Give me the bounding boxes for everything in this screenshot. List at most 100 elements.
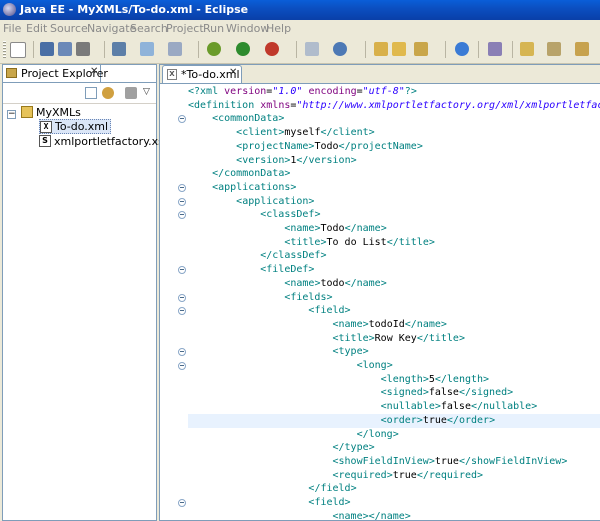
project-folder-icon	[21, 106, 33, 118]
code-line[interactable]: <type>	[188, 345, 369, 359]
code-line[interactable]: <required>true</required>	[188, 469, 484, 483]
xsd-file-icon: S	[39, 135, 51, 147]
code-line[interactable]: <title>Row Key</title>	[188, 332, 466, 346]
print-icon[interactable]	[76, 42, 90, 56]
xml-editor: X *To-do.xml ✕ <?xml version="1.0" encod…	[159, 64, 600, 521]
view-toolbar: ▽	[3, 82, 156, 104]
code-line[interactable]: <applications>	[188, 181, 296, 195]
code-line[interactable]: </commonData>	[188, 167, 290, 181]
menu-bar: File Edit Source Navigate Search Project…	[0, 20, 600, 36]
editor-tab-bar: X *To-do.xml ✕	[160, 65, 600, 84]
fold-toggle-icon[interactable]	[178, 307, 186, 316]
new-server-icon[interactable]	[305, 42, 319, 56]
code-line[interactable]: <name>Todo</name>	[188, 222, 386, 236]
menu-edit[interactable]: Edit	[26, 22, 47, 35]
eclipse-logo-icon	[3, 3, 16, 16]
search-icon[interactable]	[414, 42, 428, 56]
fold-toggle-icon[interactable]	[178, 183, 186, 192]
save-icon[interactable]	[40, 42, 54, 56]
new-wizard-icon[interactable]	[10, 42, 26, 58]
title-bar: Java EE - MyXMLs/To-do.xml - Eclipse	[0, 0, 600, 20]
project-explorer-view: Project Explorer ✕ ▽ − MyXMLs X To-do.xm…	[2, 64, 171, 521]
main-toolbar	[0, 37, 600, 64]
code-line[interactable]: <field>	[188, 304, 350, 318]
code-line[interactable]: <?xml version="1.0" encoding="utf-8"?>	[188, 85, 417, 99]
menu-window[interactable]: Window	[226, 22, 269, 35]
code-line[interactable]: <fields>	[188, 291, 332, 305]
collapse-all-icon[interactable]	[85, 87, 97, 99]
fold-toggle-icon[interactable]	[178, 211, 186, 220]
annotation-icon[interactable]	[488, 42, 502, 56]
open-type-icon[interactable]	[168, 42, 182, 56]
project-explorer-tab[interactable]: Project Explorer ✕	[3, 65, 108, 83]
view-menu-settings-icon[interactable]	[125, 87, 137, 99]
code-line[interactable]: <application>	[188, 195, 314, 209]
menu-help[interactable]: Help	[266, 22, 291, 35]
next-annotation-icon[interactable]	[520, 42, 534, 56]
code-line[interactable]: </field>	[188, 482, 356, 496]
save-all-icon[interactable]	[58, 42, 72, 56]
run-icon[interactable]	[236, 42, 250, 56]
toolbar-grip[interactable]	[3, 41, 6, 58]
code-line[interactable]: <long>	[188, 359, 393, 373]
fold-toggle-icon[interactable]	[178, 115, 186, 124]
code-line[interactable]: <classDef>	[188, 208, 320, 222]
open-folder-icon[interactable]	[374, 42, 388, 56]
folder-icon	[6, 68, 17, 78]
link-with-editor-icon[interactable]	[102, 87, 114, 99]
code-line[interactable]: <name>todo</name>	[188, 277, 386, 291]
menu-search[interactable]: Search	[130, 22, 168, 35]
code-line[interactable]: <client>myself</client>	[188, 126, 375, 140]
new-java-project-icon[interactable]	[112, 42, 126, 56]
code-line[interactable]: <fileDef>	[188, 263, 314, 277]
web-service-icon[interactable]	[333, 42, 347, 56]
close-icon[interactable]: ✕	[229, 67, 237, 78]
xml-file-icon: X	[40, 121, 52, 133]
code-line[interactable]: <field>	[188, 496, 350, 510]
menu-run[interactable]: Run	[203, 22, 224, 35]
window-title: Java EE - MyXMLs/To-do.xml - Eclipse	[20, 3, 249, 16]
expand-toggle[interactable]: −	[7, 110, 16, 119]
fold-toggle-icon[interactable]	[178, 499, 186, 507]
tree-item-to-do-xml[interactable]: X To-do.xml	[39, 119, 112, 134]
code-area[interactable]: <?xml version="1.0" encoding="utf-8"?> <d…	[188, 84, 600, 521]
editor-tab-to-do-xml[interactable]: X *To-do.xml ✕	[162, 65, 242, 83]
open-resource-icon[interactable]	[392, 42, 406, 56]
fold-toggle-icon[interactable]	[178, 348, 186, 357]
tree-item-label: MyXMLs	[36, 106, 81, 119]
menu-project[interactable]: Project	[166, 22, 204, 35]
fold-toggle-icon[interactable]	[178, 293, 186, 302]
folding-ruler	[160, 84, 186, 520]
globe-icon[interactable]	[455, 42, 469, 56]
code-line[interactable]: <length>5</length>	[188, 373, 489, 387]
code-line[interactable]: <title>To do List</title>	[188, 236, 435, 250]
chevron-down-icon[interactable]: ▽	[143, 87, 155, 99]
menu-source[interactable]: Source	[50, 22, 88, 35]
tree-item-label: xmlportletfactory.xsd	[54, 135, 171, 148]
code-line[interactable]: <nullable>false</nullable>	[188, 400, 538, 414]
code-line[interactable]: <commonData>	[188, 112, 284, 126]
code-line[interactable]: <definition xmlns="http://www.xmlportlet…	[188, 99, 600, 113]
fold-toggle-icon[interactable]	[178, 266, 186, 275]
code-line[interactable]: </classDef>	[188, 249, 326, 263]
xml-file-icon: X	[167, 69, 177, 80]
code-line[interactable]: <name></name>	[188, 510, 411, 521]
code-line[interactable]: </long>	[188, 428, 399, 442]
last-edit-location-icon[interactable]	[575, 42, 589, 56]
close-icon[interactable]: ✕	[90, 66, 98, 77]
new-class-icon[interactable]	[140, 42, 154, 56]
code-line[interactable]: <showFieldInView>true</showFieldInView>	[188, 455, 568, 469]
code-line[interactable]: <projectName>Todo</projectName>	[188, 140, 423, 154]
code-line[interactable]: <version>1</version>	[188, 154, 356, 168]
menu-navigate[interactable]: Navigate	[87, 22, 136, 35]
menu-file[interactable]: File	[3, 22, 21, 35]
fold-toggle-icon[interactable]	[178, 197, 186, 206]
external-tools-icon[interactable]	[265, 42, 279, 56]
code-line[interactable]: <name>todoId</name>	[188, 318, 447, 332]
code-line[interactable]: </type>	[188, 441, 375, 455]
code-line[interactable]: <signed>false</signed>	[188, 386, 514, 400]
debug-icon[interactable]	[207, 42, 221, 56]
code-line[interactable]: <order>true</order>	[188, 413, 600, 428]
fold-toggle-icon[interactable]	[178, 362, 186, 370]
previous-annotation-icon[interactable]	[547, 42, 561, 56]
